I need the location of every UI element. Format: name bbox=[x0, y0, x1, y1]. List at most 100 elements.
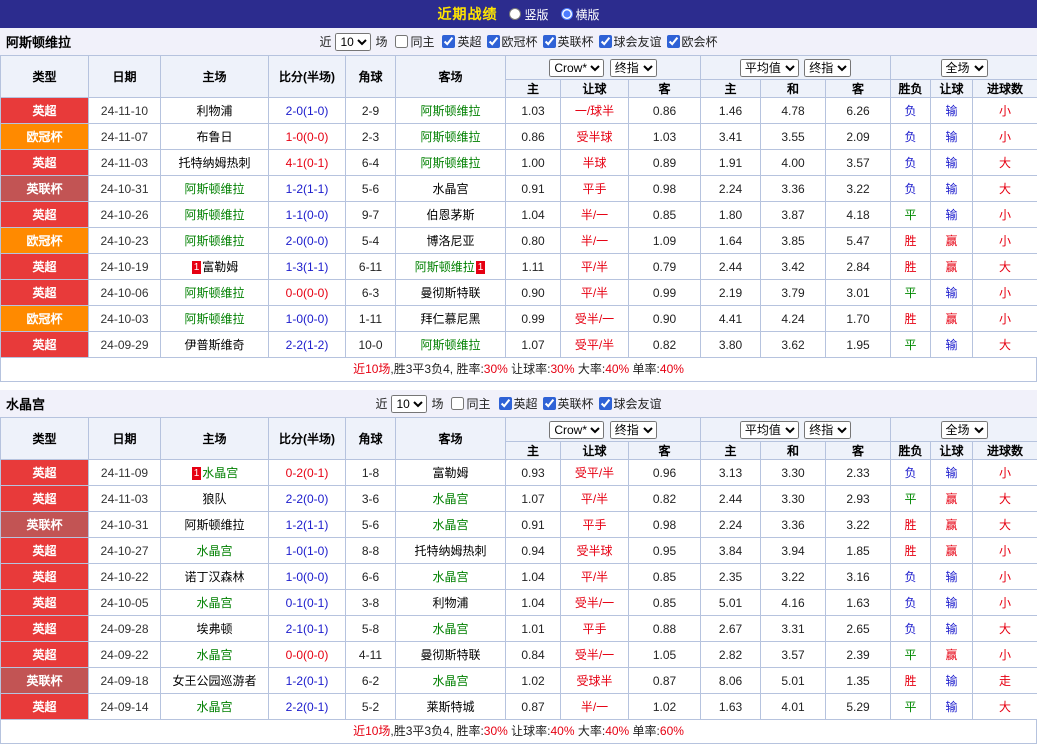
home-team-cell[interactable]: 托特纳姆热刺 bbox=[161, 150, 269, 176]
bookmaker-select[interactable]: Crow* bbox=[549, 421, 604, 439]
team-link[interactable]: 狼队 bbox=[202, 492, 226, 506]
team-link[interactable]: 阿斯顿维拉 bbox=[184, 518, 244, 532]
team-link[interactable]: 曼彻斯特联 bbox=[420, 286, 480, 300]
league-checkbox[interactable] bbox=[442, 35, 455, 48]
team-link[interactable]: 阿斯顿维拉 bbox=[184, 234, 244, 248]
away-team-cell[interactable]: 水晶宫 bbox=[396, 486, 506, 512]
team-link[interactable]: 伯恩茅斯 bbox=[426, 208, 474, 222]
away-team-cell[interactable]: 托特纳姆热刺 bbox=[396, 538, 506, 564]
bookmaker-index-select[interactable]: 终指 bbox=[610, 421, 657, 439]
league-filter[interactable]: 欧冠杯 bbox=[487, 33, 538, 50]
score-cell[interactable]: 1-2(1-1) bbox=[269, 512, 346, 538]
team-link[interactable]: 水晶宫 bbox=[432, 518, 468, 532]
score-cell[interactable]: 1-0(0-0) bbox=[269, 124, 346, 150]
away-team-cell[interactable]: 阿斯顿维拉1 bbox=[396, 254, 506, 280]
league-filter[interactable]: 英联杯 bbox=[543, 33, 594, 50]
home-team-cell[interactable]: 利物浦 bbox=[161, 98, 269, 124]
team-link[interactable]: 富勒姆 bbox=[432, 466, 468, 480]
score-cell[interactable]: 2-0(1-0) bbox=[269, 98, 346, 124]
score-cell[interactable]: 1-2(1-1) bbox=[269, 176, 346, 202]
same-host-checkbox[interactable] bbox=[451, 397, 464, 410]
away-team-cell[interactable]: 水晶宫 bbox=[396, 564, 506, 590]
team-link[interactable]: 水晶宫 bbox=[196, 544, 232, 558]
score-cell[interactable]: 2-2(0-0) bbox=[269, 486, 346, 512]
horizontal-radio[interactable] bbox=[561, 8, 573, 20]
team-link[interactable]: 布鲁日 bbox=[196, 130, 232, 144]
bookmaker-select[interactable]: Crow* bbox=[549, 59, 604, 77]
same-host-filter[interactable]: 同主 bbox=[395, 33, 434, 50]
score-cell[interactable]: 4-1(0-1) bbox=[269, 150, 346, 176]
league-checkbox[interactable] bbox=[667, 35, 680, 48]
team-link[interactable]: 水晶宫 bbox=[432, 570, 468, 584]
league-filter[interactable]: 球会友谊 bbox=[599, 395, 662, 412]
league-filter[interactable]: 英联杯 bbox=[543, 395, 594, 412]
league-checkbox[interactable] bbox=[599, 397, 612, 410]
team-link[interactable]: 水晶宫 bbox=[196, 596, 232, 610]
home-team-cell[interactable]: 埃弗顿 bbox=[161, 616, 269, 642]
home-team-cell[interactable]: 水晶宫 bbox=[161, 694, 269, 720]
team-link[interactable]: 阿斯顿维拉 bbox=[420, 104, 480, 118]
away-team-cell[interactable]: 阿斯顿维拉 bbox=[396, 332, 506, 358]
team-link[interactable]: 托特纳姆热刺 bbox=[178, 156, 250, 170]
away-team-cell[interactable]: 水晶宫 bbox=[396, 176, 506, 202]
home-team-cell[interactable]: 阿斯顿维拉 bbox=[161, 202, 269, 228]
team-link[interactable]: 莱斯特城 bbox=[426, 700, 474, 714]
home-team-cell[interactable]: 阿斯顿维拉 bbox=[161, 176, 269, 202]
home-team-cell[interactable]: 1水晶宫 bbox=[161, 460, 269, 486]
away-team-cell[interactable]: 利物浦 bbox=[396, 590, 506, 616]
bookmaker-index-select[interactable]: 终指 bbox=[610, 59, 657, 77]
team-link[interactable]: 富勒姆 bbox=[202, 260, 238, 274]
away-team-cell[interactable]: 阿斯顿维拉 bbox=[396, 98, 506, 124]
team-link[interactable]: 利物浦 bbox=[196, 104, 232, 118]
layout-option-horizontal[interactable]: 横版 bbox=[561, 6, 600, 23]
team-link[interactable]: 水晶宫 bbox=[196, 648, 232, 662]
score-cell[interactable]: 1-1(0-0) bbox=[269, 202, 346, 228]
team-link[interactable]: 曼彻斯特联 bbox=[420, 648, 480, 662]
scope-select[interactable]: 全场 bbox=[941, 59, 988, 77]
home-team-cell[interactable]: 水晶宫 bbox=[161, 590, 269, 616]
away-team-cell[interactable]: 莱斯特城 bbox=[396, 694, 506, 720]
team-link[interactable]: 阿斯顿维拉 bbox=[420, 130, 480, 144]
league-checkbox[interactable] bbox=[487, 35, 500, 48]
home-team-cell[interactable]: 阿斯顿维拉 bbox=[161, 512, 269, 538]
away-team-cell[interactable]: 伯恩茅斯 bbox=[396, 202, 506, 228]
score-cell[interactable]: 2-1(0-1) bbox=[269, 616, 346, 642]
score-cell[interactable]: 1-0(0-0) bbox=[269, 564, 346, 590]
league-checkbox[interactable] bbox=[543, 397, 556, 410]
team-link[interactable]: 阿斯顿维拉 bbox=[184, 312, 244, 326]
team-link[interactable]: 阿斯顿维拉 bbox=[415, 260, 475, 274]
home-team-cell[interactable]: 水晶宫 bbox=[161, 642, 269, 668]
home-team-cell[interactable]: 诺丁汉森林 bbox=[161, 564, 269, 590]
team-link[interactable]: 水晶宫 bbox=[432, 492, 468, 506]
team-link[interactable]: 伊普斯维奇 bbox=[184, 338, 244, 352]
team-link[interactable]: 水晶宫 bbox=[202, 466, 238, 480]
average-select[interactable]: 平均值 bbox=[740, 421, 799, 439]
match-count-select[interactable]: 10 bbox=[335, 33, 371, 51]
away-team-cell[interactable]: 阿斯顿维拉 bbox=[396, 124, 506, 150]
team-link[interactable]: 博洛尼亚 bbox=[426, 234, 474, 248]
away-team-cell[interactable]: 水晶宫 bbox=[396, 616, 506, 642]
score-cell[interactable]: 0-2(0-1) bbox=[269, 460, 346, 486]
score-cell[interactable]: 1-0(1-0) bbox=[269, 538, 346, 564]
away-team-cell[interactable]: 曼彻斯特联 bbox=[396, 280, 506, 306]
team-link[interactable]: 阿斯顿维拉 bbox=[184, 208, 244, 222]
team-link[interactable]: 女王公园巡游者 bbox=[172, 674, 256, 688]
scope-select[interactable]: 全场 bbox=[941, 421, 988, 439]
home-team-cell[interactable]: 女王公园巡游者 bbox=[161, 668, 269, 694]
score-cell[interactable]: 2-2(0-1) bbox=[269, 694, 346, 720]
away-team-cell[interactable]: 水晶宫 bbox=[396, 668, 506, 694]
score-cell[interactable]: 1-3(1-1) bbox=[269, 254, 346, 280]
team-link[interactable]: 水晶宫 bbox=[432, 182, 468, 196]
league-filter[interactable]: 英超 bbox=[499, 395, 538, 412]
home-team-cell[interactable]: 阿斯顿维拉 bbox=[161, 228, 269, 254]
away-team-cell[interactable]: 博洛尼亚 bbox=[396, 228, 506, 254]
score-cell[interactable]: 1-0(0-0) bbox=[269, 306, 346, 332]
away-team-cell[interactable]: 阿斯顿维拉 bbox=[396, 150, 506, 176]
team-link[interactable]: 阿斯顿维拉 bbox=[420, 338, 480, 352]
score-cell[interactable]: 2-0(0-0) bbox=[269, 228, 346, 254]
home-team-cell[interactable]: 狼队 bbox=[161, 486, 269, 512]
home-team-cell[interactable]: 布鲁日 bbox=[161, 124, 269, 150]
home-team-cell[interactable]: 阿斯顿维拉 bbox=[161, 306, 269, 332]
team-link[interactable]: 托特纳姆热刺 bbox=[414, 544, 486, 558]
away-team-cell[interactable]: 水晶宫 bbox=[396, 512, 506, 538]
